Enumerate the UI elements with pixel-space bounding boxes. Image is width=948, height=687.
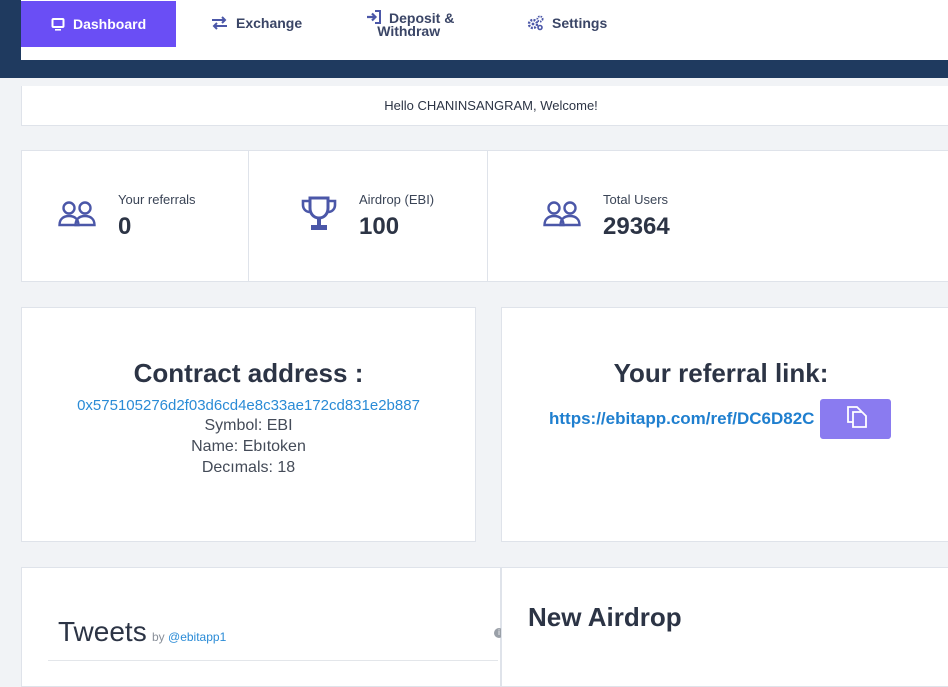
contract-symbol: Symbol: EBI: [204, 417, 293, 434]
contract-heading: Contract address :: [133, 358, 364, 388]
stats-panel: Your referrals 0 Airdrop (EBI) 100 Total…: [21, 150, 948, 282]
twitter-handle-link[interactable]: @ebitapp1: [168, 630, 226, 644]
nav-deposit-label-line2: Withdraw: [377, 23, 441, 39]
contract-card: Contract address : 0x575105276d2f03d6cd4…: [21, 307, 476, 542]
nav-settings-label: Settings: [552, 15, 608, 31]
stat-your-referrals: Your referrals 0: [58, 151, 196, 281]
referral-link[interactable]: https://ebitapp.com/ref/DC6D82C: [549, 409, 814, 429]
main-nav: Dashboard Exchange Deposit & Withdraw Se…: [21, 0, 948, 60]
trophy-icon: [301, 196, 337, 237]
referral-card: Your referral link: https://ebitapp.com/…: [501, 307, 948, 542]
nav-settings[interactable]: Settings: [527, 0, 607, 46]
stat-value: 29364: [603, 212, 670, 240]
stat-airdrop: Airdrop (EBI) 100: [301, 151, 434, 281]
contract-decimals: Decımals: 18: [201, 459, 296, 476]
monitor-icon: [51, 17, 65, 31]
stat-label: Your referrals: [118, 191, 196, 207]
tweets-byline: by @ebitapp1: [152, 630, 226, 644]
new-airdrop-card: New Airdrop: [501, 567, 948, 687]
nav-dashboard[interactable]: Dashboard: [21, 1, 177, 47]
gears-icon: [527, 15, 544, 31]
tweets-by-text: by: [152, 630, 165, 644]
users-icon: [58, 200, 96, 233]
users-icon: [543, 200, 581, 233]
stat-value: 0: [118, 212, 132, 240]
nav-exchange[interactable]: Exchange: [211, 0, 302, 46]
nav-exchange-label: Exchange: [236, 15, 303, 31]
welcome-text: Hello CHANINSANGRAM, Welcome!: [384, 98, 598, 113]
tweets-divider: [48, 660, 498, 661]
tweets-heading: Tweets: [58, 616, 147, 647]
copy-referral-button[interactable]: [820, 399, 892, 439]
stat-divider: [248, 151, 249, 281]
contract-address-link[interactable]: 0x575105276d2f03d6cd4e8c33ae172cd831e2b8…: [22, 397, 475, 414]
nav-dashboard-label: Dashboard: [73, 16, 147, 32]
new-airdrop-heading: New Airdrop: [528, 602, 682, 632]
stat-total-users: Total Users 29364: [543, 151, 670, 281]
nav-deposit-withdraw[interactable]: Deposit & Withdraw: [366, 7, 454, 53]
stat-value: 100: [359, 212, 400, 240]
referral-heading: Your referral link:: [613, 358, 829, 388]
exchange-arrows-icon: [211, 16, 228, 30]
nav-bottom-strip: [21, 60, 948, 78]
copy-icon: [845, 405, 867, 433]
tweets-card: Tweets by @ebitapp1 i: [21, 567, 504, 687]
contract-name: Name: Ebıtoken: [191, 438, 306, 455]
stat-divider: [487, 151, 488, 281]
stat-label: Airdrop (EBI): [359, 191, 435, 207]
welcome-banner: Hello CHANINSANGRAM, Welcome!: [21, 86, 948, 126]
sign-in-icon: [366, 10, 381, 24]
stat-label: Total Users: [603, 191, 669, 207]
